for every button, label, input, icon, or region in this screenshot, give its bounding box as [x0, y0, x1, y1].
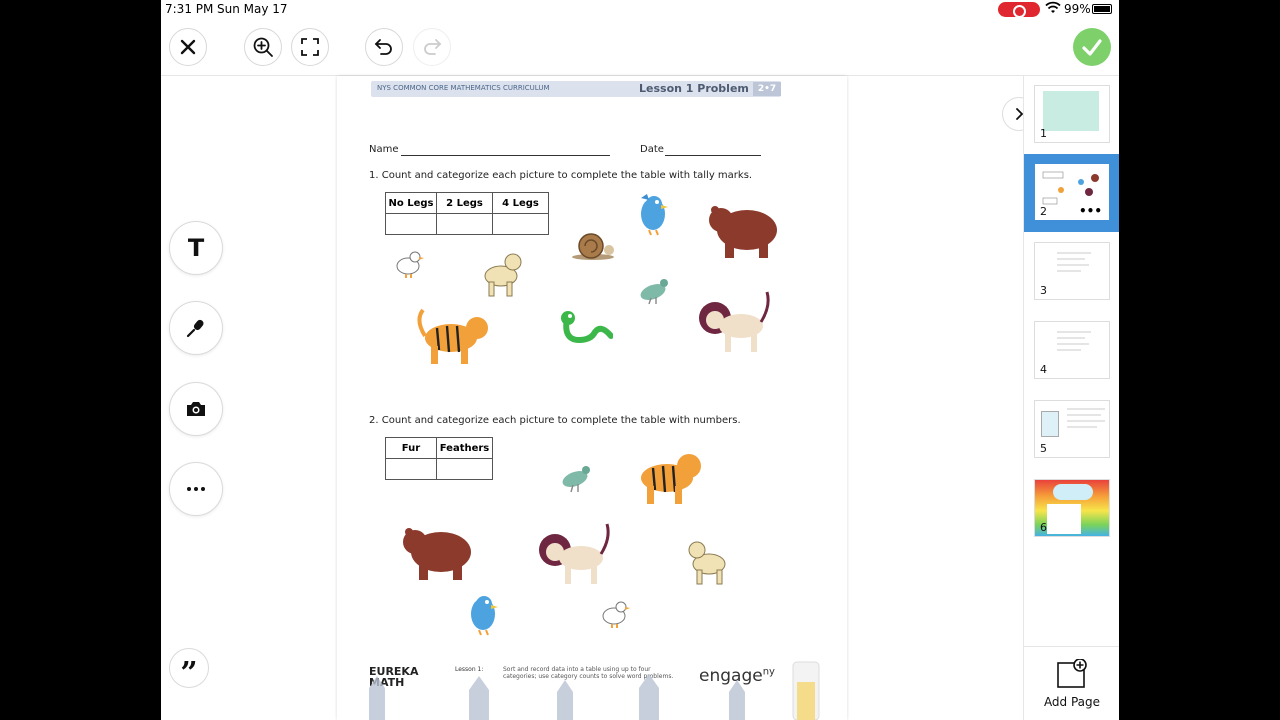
- worksheet-header: NYS COMMON CORE MATHEMATICS CURRICULUM L…: [371, 81, 781, 97]
- blue-bird-icon: [641, 194, 668, 236]
- name-line: [401, 155, 610, 156]
- status-time: 7:31 PM: [165, 2, 214, 16]
- text-icon: T: [187, 234, 205, 262]
- dog-icon: [688, 541, 726, 585]
- tally-cell[interactable]: [492, 213, 549, 235]
- done-button[interactable]: [1073, 28, 1111, 66]
- snail-icon: [572, 233, 614, 260]
- bear-icon: [403, 528, 471, 580]
- date-line: [665, 155, 761, 156]
- more-dots-icon: [187, 487, 205, 491]
- camera-tool-button[interactable]: [169, 382, 223, 436]
- close-button[interactable]: [169, 28, 207, 66]
- thumbnail-image: [1041, 411, 1059, 437]
- tally-cell[interactable]: [436, 213, 493, 235]
- col-fur: Fur: [385, 437, 437, 459]
- snake-icon: [561, 311, 613, 344]
- page-thumbnail-4[interactable]: 4: [1034, 321, 1110, 379]
- thumbnail-number: 3: [1040, 284, 1047, 297]
- worksheet-page[interactable]: NYS COMMON CORE MATHEMATICS CURRICULUM L…: [337, 76, 847, 720]
- thumbnail-number: 5: [1040, 442, 1047, 455]
- fullscreen-icon: [301, 38, 319, 56]
- duck-icon: [602, 601, 630, 628]
- page-thumbnail-1[interactable]: 1: [1034, 85, 1110, 143]
- status-date: Sun May 17: [217, 2, 288, 16]
- col-2-legs: 2 Legs: [436, 192, 493, 214]
- undo-icon: [374, 39, 392, 55]
- thumbnail-image: [1047, 504, 1081, 534]
- question-2: 2. Count and categorize each picture to …: [369, 415, 741, 426]
- question-1: 1. Count and categorize each picture to …: [369, 170, 753, 181]
- battery-icon: [1092, 4, 1112, 14]
- thumbnail-number: 1: [1040, 127, 1047, 140]
- status-bar: 7:31 PM Sun May 17 99%: [161, 0, 1119, 20]
- text-tool-button[interactable]: T: [169, 221, 223, 275]
- app-screen: 7:31 PM Sun May 17 99% T ” NYS COMMON CO…: [161, 0, 1119, 720]
- close-icon: [180, 39, 196, 55]
- thumbnail-image: [1043, 91, 1099, 131]
- tally-table: No Legs 2 Legs 4 Legs: [385, 192, 549, 235]
- count-table: Fur Feathers: [385, 437, 493, 480]
- count-cell[interactable]: [385, 458, 437, 480]
- more-tools-button[interactable]: [169, 462, 223, 516]
- dog-icon: [484, 253, 522, 297]
- page-thumbnail-6[interactable]: 6: [1034, 479, 1110, 537]
- zoom-in-icon: [253, 37, 273, 57]
- checkmark-icon: [1082, 39, 1102, 56]
- count-cell[interactable]: [436, 458, 493, 480]
- date-label: Date: [640, 144, 664, 155]
- lion-icon: [699, 291, 770, 352]
- thumbnail-options-icon[interactable]: •••: [1079, 204, 1102, 218]
- page-thumbnail-2[interactable]: 2 •••: [1034, 163, 1110, 221]
- fullscreen-button[interactable]: [291, 28, 329, 66]
- tally-cell[interactable]: [385, 213, 437, 235]
- thumbnail-lines: [1067, 408, 1105, 428]
- thumbnail-image: [1057, 252, 1091, 272]
- tiger-icon: [641, 454, 701, 504]
- pigeon-icon: [640, 279, 668, 305]
- pigeon-icon: [562, 466, 590, 493]
- add-page-button[interactable]: Add Page: [1024, 646, 1119, 720]
- quote-button[interactable]: ”: [169, 648, 209, 691]
- name-label: Name: [369, 144, 399, 155]
- undo-button[interactable]: [365, 28, 403, 66]
- microphone-icon: [186, 319, 204, 338]
- battery-percent: 99%: [1064, 2, 1091, 16]
- tiger-icon: [417, 308, 488, 364]
- curriculum-label: NYS COMMON CORE MATHEMATICS CURRICULUM: [377, 84, 550, 92]
- bear-icon: [709, 206, 777, 258]
- add-page-icon: [1057, 659, 1087, 688]
- grade-badge: 2•7: [753, 82, 781, 96]
- col-4-legs: 4 Legs: [492, 192, 549, 214]
- lion-icon: [539, 523, 610, 584]
- page-thumbnail-3[interactable]: 3: [1034, 242, 1110, 300]
- page-thumbnail-5[interactable]: 5: [1034, 400, 1110, 458]
- camera-icon: [187, 402, 205, 416]
- thumbnail-number: 2: [1040, 205, 1047, 218]
- redo-icon: [424, 39, 442, 55]
- thumbnail-image: [1057, 331, 1091, 351]
- marker-tray-icon: [369, 661, 820, 720]
- redo-button[interactable]: [413, 28, 451, 66]
- add-page-label: Add Page: [1043, 695, 1101, 709]
- top-toolbar: [161, 20, 1119, 76]
- quote-icon: ”: [180, 656, 198, 691]
- microphone-tool-button[interactable]: [169, 301, 223, 355]
- thumbnail-speech-bubble: [1053, 484, 1093, 500]
- page-thumbnail-panel: 1 2 ••• 3 4 5 6 Add Page: [1023, 76, 1119, 720]
- duck-icon: [396, 251, 424, 278]
- col-no-legs: No Legs: [385, 192, 437, 214]
- thumbnail-number: 6: [1040, 521, 1047, 534]
- screen-record-icon: [998, 2, 1040, 18]
- col-feathers: Feathers: [436, 437, 493, 459]
- zoom-in-button[interactable]: [244, 28, 282, 66]
- wifi-icon: [1045, 1, 1061, 18]
- blue-bird-icon: [471, 596, 498, 636]
- worksheet-footer: EUREKA MATH Lesson 1: Sort and record da…: [337, 656, 847, 720]
- thumbnail-number: 4: [1040, 363, 1047, 376]
